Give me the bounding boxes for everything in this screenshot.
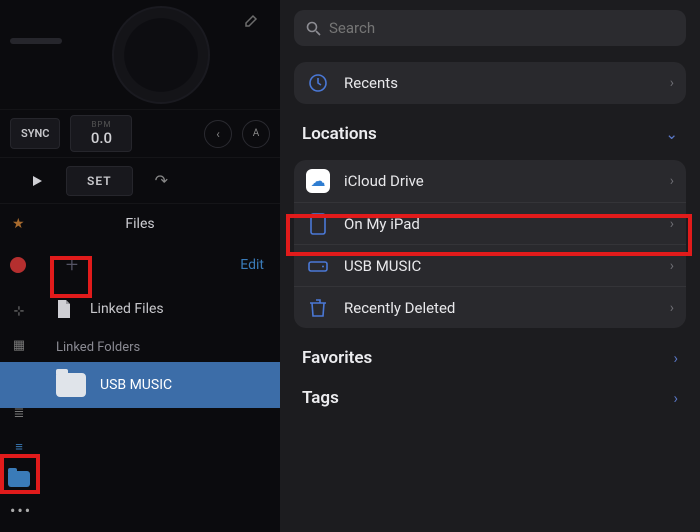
recents-row[interactable]: Recents › [294, 62, 686, 104]
chevron-right-icon: › [673, 349, 678, 367]
usb-music-drive-label: USB MUSIC [344, 257, 421, 275]
tags-label: Tags [302, 388, 339, 408]
folder-icon [8, 471, 30, 487]
files-location-picker: Recents › Locations ⌄ ☁︎ iCloud Drive › … [280, 0, 700, 532]
icloud-icon: ☁︎ [306, 169, 330, 193]
clock-icon [306, 71, 330, 95]
jog-wheel[interactable] [112, 6, 210, 104]
chevron-right-icon: › [670, 75, 674, 91]
bpm-label: BPM [81, 120, 121, 129]
files-toolbar: + Edit [0, 244, 280, 286]
file-icon [56, 299, 76, 319]
icloud-drive-label: iCloud Drive [344, 172, 424, 190]
recents-group: Recents › [294, 62, 686, 104]
bpm-value: 0.0 [81, 129, 121, 147]
chevron-right-icon: › [670, 173, 674, 189]
loop-a-button[interactable]: A [242, 120, 270, 148]
usb-music-label: USB MUSIC [100, 377, 172, 393]
dj-cue-row: SET ↷ [0, 158, 280, 204]
search-icon [306, 21, 321, 36]
bpm-display[interactable]: BPM 0.0 [70, 115, 132, 152]
redo-icon[interactable]: ↷ [155, 171, 168, 190]
favorites-header[interactable]: Favorites › [302, 348, 678, 368]
chevron-right-icon: › [670, 258, 674, 274]
linked-files-label: Linked Files [90, 301, 164, 317]
dj-transport-row: SYNC BPM 0.0 ‹ A [0, 110, 280, 158]
ipad-icon [306, 212, 330, 236]
tags-header[interactable]: Tags › [302, 388, 678, 408]
folder-icon [56, 373, 86, 397]
external-drive-icon [306, 254, 330, 278]
locations-group: ☁︎ iCloud Drive › On My iPad › USB MUSIC… [294, 160, 686, 328]
linked-folders-section-label: Linked Folders [0, 332, 280, 362]
favorites-star-icon[interactable]: ★ [12, 216, 25, 232]
on-my-ipad-label: On My iPad [344, 215, 420, 233]
set-cue-button[interactable]: SET [66, 166, 133, 196]
chevron-down-icon: ⌄ [665, 125, 678, 143]
edit-pencil-icon[interactable] [244, 12, 260, 28]
search-bar[interactable] [294, 10, 686, 46]
linked-files-row[interactable]: Linked Files [0, 286, 280, 332]
favorites-label: Favorites [302, 348, 372, 368]
dj-deck-area [0, 0, 280, 110]
recently-deleted-label: Recently Deleted [344, 299, 455, 317]
search-input[interactable] [329, 19, 674, 37]
edit-button[interactable]: Edit [240, 257, 264, 273]
play-button[interactable] [14, 174, 44, 188]
chevron-right-icon: › [670, 300, 674, 316]
trash-icon [306, 296, 330, 320]
dj-app-background: SYNC BPM 0.0 ‹ A SET ↷ ★ Files + Edit ⊹ … [0, 0, 280, 532]
crossfader-slider[interactable] [10, 38, 62, 44]
sync-button[interactable]: SYNC [10, 118, 60, 149]
usb-music-drive-row[interactable]: USB MUSIC › [294, 244, 686, 286]
add-button[interactable]: + [56, 249, 88, 281]
prev-button[interactable]: ‹ [204, 120, 232, 148]
chevron-right-icon: › [670, 216, 674, 232]
library-folder-button[interactable] [4, 464, 34, 494]
recents-label: Recents [344, 74, 398, 92]
recently-deleted-row[interactable]: Recently Deleted › [294, 286, 686, 328]
locations-header[interactable]: Locations ⌄ [302, 124, 678, 144]
sidebar-speaker-icon[interactable]: ▦ [12, 338, 26, 352]
files-title: Files [125, 216, 154, 232]
sidebar-bars-icon[interactable]: ≡ [12, 440, 26, 454]
chevron-right-icon: › [673, 389, 678, 407]
usb-music-folder-row[interactable]: USB MUSIC [0, 362, 280, 408]
icloud-drive-row[interactable]: ☁︎ iCloud Drive › [294, 160, 686, 202]
locations-label: Locations [302, 124, 377, 144]
files-header: ★ Files [0, 204, 280, 244]
sidebar-stack-icon[interactable]: ≣ [12, 406, 26, 420]
music-disc-icon[interactable] [10, 257, 26, 273]
on-my-ipad-row[interactable]: On My iPad › [294, 202, 686, 244]
more-menu-icon[interactable]: ••• [10, 501, 32, 520]
